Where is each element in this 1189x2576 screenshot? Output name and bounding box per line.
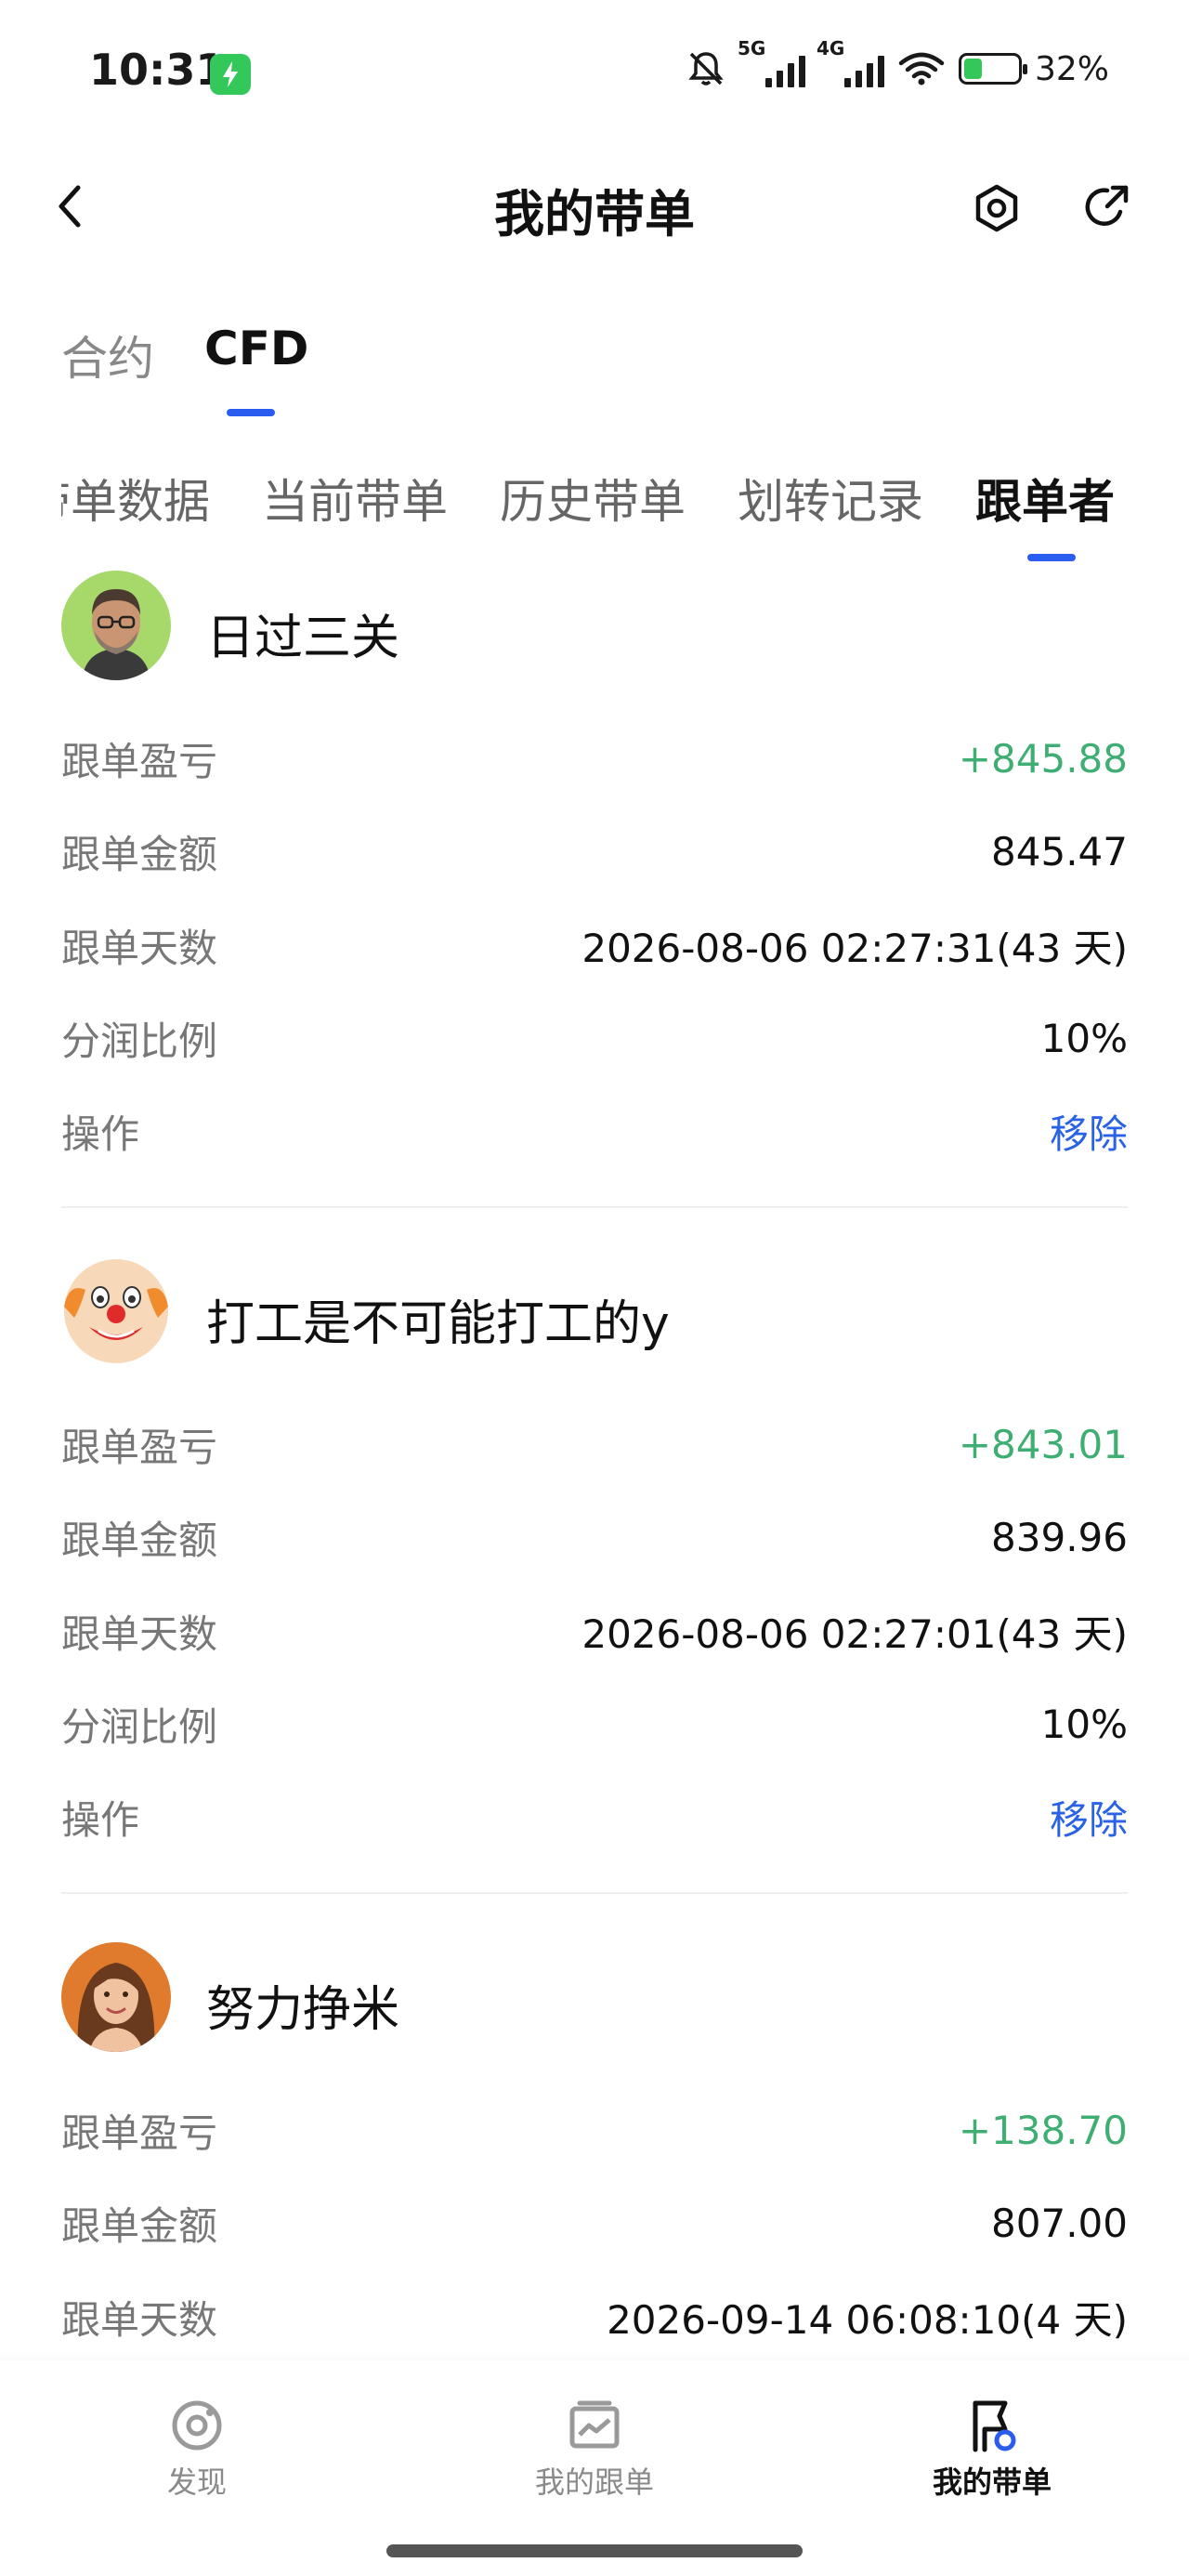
battery-icon — [958, 53, 1027, 85]
follower-name: 日过三关 — [206, 611, 400, 666]
action-row: 操作 移除 — [61, 1789, 1128, 1845]
pnl-label: 跟单盈亏 — [61, 738, 218, 784]
settings-button[interactable] — [971, 182, 1023, 234]
pnl-row: 跟单盈亏 +138.70 — [61, 2102, 1128, 2158]
flag-icon — [973, 2400, 1016, 2452]
days-value: 2026-08-06 02:27:31(43 天) — [581, 925, 1128, 971]
amount-value: 845.47 — [991, 828, 1128, 874]
avatar-woman — [61, 1942, 171, 2052]
pnl-label: 跟单盈亏 — [61, 1424, 218, 1470]
signal-5g-icon: 5G — [738, 37, 805, 87]
card-divider — [61, 1206, 1128, 1208]
days-row: 跟单天数 2026-08-06 02:27:01(43 天) — [61, 1603, 1128, 1659]
amount-label: 跟单金额 — [61, 2202, 218, 2249]
action-row: 操作 移除 — [61, 1103, 1128, 1159]
share-button[interactable] — [1079, 180, 1133, 234]
action-label: 操作 — [61, 1111, 140, 1157]
tab-cfd[interactable]: CFD — [204, 322, 308, 375]
pnl-value: +845.88 — [958, 735, 1128, 782]
profit-share-value: 10% — [1040, 1015, 1128, 1061]
nav-discover-label: 发现 — [166, 2464, 227, 2500]
profit-share-row: 分润比例 10% — [61, 1010, 1128, 1066]
remove-follower-button[interactable]: 移除 — [1050, 1789, 1128, 1846]
home-indicator[interactable] — [386, 2544, 803, 2557]
days-value: 2026-09-14 06:08:10(4 天) — [607, 2296, 1128, 2343]
product-tab-indicator — [227, 409, 275, 416]
bell-muted-icon — [688, 52, 724, 85]
pnl-row: 跟单盈亏 +843.01 — [61, 1416, 1128, 1472]
sub-tab-bar[interactable]: 带单数据 当前带单 历史带单 划转记录 跟单者 — [61, 465, 1128, 576]
nav-my-follows-label: 我的跟单 — [534, 2464, 654, 2500]
tab-followers[interactable]: 跟单者 — [975, 465, 1115, 532]
tab-current-orders[interactable]: 当前带单 — [262, 465, 448, 532]
sub-tab-indicator — [1027, 554, 1076, 561]
bottom-nav: 发现 我的跟单 我的带单 — [0, 2360, 1189, 2576]
nav-my-follows[interactable]: 我的跟单 — [502, 2398, 687, 2502]
amount-value: 839.96 — [991, 1514, 1128, 1560]
pnl-label: 跟单盈亏 — [61, 2109, 218, 2156]
nav-my-leads[interactable]: 我的带单 — [899, 2398, 1085, 2502]
avatar-clown — [61, 1256, 171, 1366]
signal-4g-icon: 4G — [817, 37, 884, 87]
days-value: 2026-08-06 02:27:01(43 天) — [581, 1610, 1128, 1657]
amount-label: 跟单金额 — [61, 831, 218, 877]
profit-share-value: 10% — [1040, 1701, 1128, 1747]
status-indicators: 5G 4G 32% — [686, 37, 1109, 89]
tab-transfer-records[interactable]: 划转记录 — [738, 465, 923, 532]
profit-share-label: 分润比例 — [61, 1703, 218, 1750]
battery-percent: 32% — [1034, 49, 1109, 88]
wifi-icon — [898, 52, 945, 85]
days-row: 跟单天数 2026-08-06 02:27:31(43 天) — [61, 917, 1128, 973]
status-time: 10:31 — [89, 45, 226, 95]
days-label: 跟单天数 — [61, 1610, 218, 1657]
avatar-man-glasses — [61, 571, 171, 680]
days-label: 跟单天数 — [61, 2296, 218, 2343]
tab-contract[interactable]: 合约 — [61, 322, 154, 388]
charging-app-icon — [210, 54, 251, 95]
follower-name: 努力挣米 — [206, 1982, 400, 2038]
avatar — [61, 1256, 171, 1366]
net-5g-label: 5G — [737, 37, 766, 59]
avatar — [61, 571, 171, 680]
chart-box-icon — [569, 2400, 620, 2449]
share-icon — [1085, 185, 1129, 226]
gear-icon — [975, 184, 1018, 232]
amount-row: 跟单金额 839.96 — [61, 1509, 1128, 1565]
tab-trade-data[interactable]: 带单数据 — [61, 465, 210, 532]
follower-name: 打工是不可能打工的y — [206, 1296, 670, 1352]
discover-icon — [172, 2400, 222, 2451]
net-4g-label: 4G — [816, 37, 845, 59]
nav-my-leads-label: 我的带单 — [932, 2464, 1052, 2500]
profit-share-label: 分润比例 — [61, 1018, 218, 1064]
pnl-row: 跟单盈亏 +845.88 — [61, 730, 1128, 786]
avatar — [61, 1942, 171, 2052]
pnl-value: +138.70 — [958, 2107, 1128, 2153]
nav-discover[interactable]: 发现 — [104, 2398, 290, 2502]
days-label: 跟单天数 — [61, 925, 218, 971]
amount-row: 跟单金额 807.00 — [61, 2195, 1128, 2251]
days-row: 跟单天数 2026-09-14 06:08:10(4 天) — [61, 2289, 1128, 2345]
status-bar: 10:31 5G 4G 32% — [0, 0, 1189, 149]
amount-label: 跟单金额 — [61, 1517, 218, 1563]
pnl-value: +843.01 — [958, 1421, 1128, 1467]
profit-share-row: 分润比例 10% — [61, 1696, 1128, 1752]
action-label: 操作 — [61, 1796, 140, 1843]
card-divider — [61, 1892, 1128, 1894]
tab-history-orders[interactable]: 历史带单 — [500, 465, 686, 532]
amount-row: 跟单金额 845.47 — [61, 823, 1128, 879]
remove-follower-button[interactable]: 移除 — [1050, 1103, 1128, 1160]
amount-value: 807.00 — [991, 2200, 1128, 2246]
